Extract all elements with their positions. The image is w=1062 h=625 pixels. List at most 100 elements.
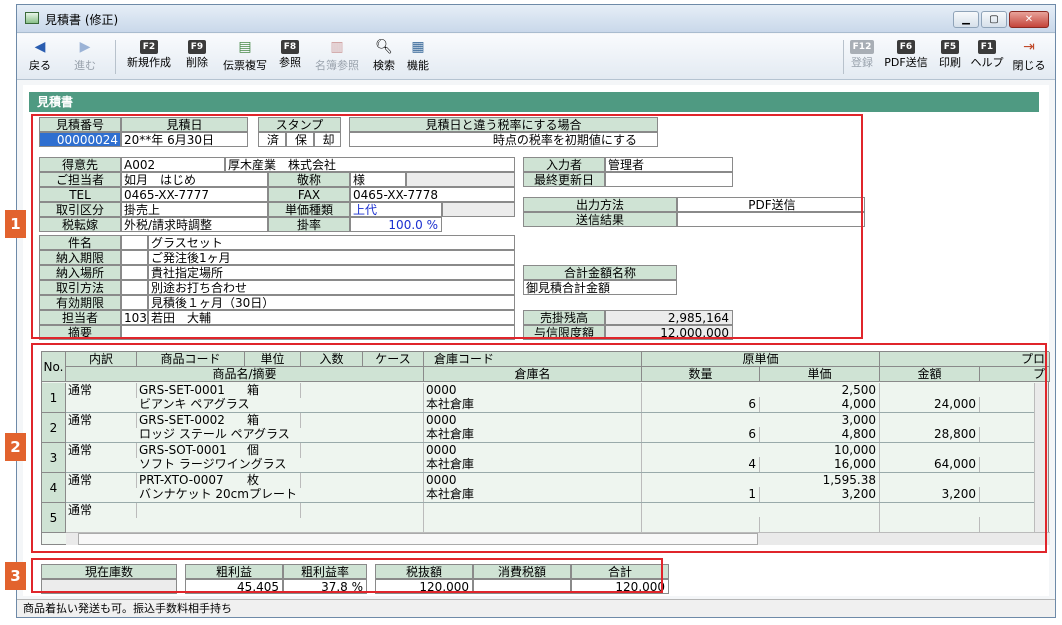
cell-amount[interactable]: 24,000 xyxy=(880,397,980,412)
cell-qty[interactable]: 4 xyxy=(642,457,760,472)
output-select[interactable]: PDF送信 xyxy=(677,197,865,212)
delete-button[interactable]: F9 削除 xyxy=(181,37,213,77)
cell-cost[interactable] xyxy=(760,503,880,518)
memo-input[interactable] xyxy=(121,325,515,340)
delivery-label[interactable]: 納入期限 xyxy=(39,250,121,265)
cell-unit[interactable]: 箱 xyxy=(245,383,301,398)
help-button[interactable]: F1 ヘルプ xyxy=(969,37,1005,77)
close-button[interactable]: ⇥ 閉じる xyxy=(1009,37,1049,77)
cell-price[interactable]: 4,000 xyxy=(760,397,880,412)
cell-wh_code[interactable]: 0000 xyxy=(424,413,642,428)
cell-name[interactable]: ソフト ラージワイングラス xyxy=(137,457,424,472)
directory-button[interactable]: ▥ 名簿参照 xyxy=(311,37,363,77)
row-number[interactable]: 2 xyxy=(42,413,66,443)
cell-unit[interactable]: 箱 xyxy=(245,413,301,428)
cell-wh_code[interactable] xyxy=(424,503,642,518)
customer-code[interactable]: A002 xyxy=(121,157,225,172)
cell-cost[interactable]: 3,000 xyxy=(760,413,880,428)
cell-amount[interactable]: 28,800 xyxy=(880,427,980,442)
vertical-scrollbar[interactable] xyxy=(1034,383,1048,533)
maximize-button[interactable]: ▢ xyxy=(981,11,1007,28)
forward-button[interactable]: ▶ 進む xyxy=(63,37,107,77)
cell-name[interactable]: バンナケット 20cmプレート xyxy=(137,487,424,502)
back-button[interactable]: ◀ 戻る xyxy=(23,37,57,77)
cell-cost[interactable]: 10,000 xyxy=(760,443,880,458)
row-number[interactable]: 4 xyxy=(42,473,66,503)
contact-input[interactable]: 如月 はじめ xyxy=(121,172,268,187)
copy-slip-button[interactable]: ▤ 伝票複写 xyxy=(219,37,271,77)
cell-price[interactable]: 16,000 xyxy=(760,457,880,472)
memo-label[interactable]: 摘要 xyxy=(39,325,121,340)
cell-type[interactable]: 通常 xyxy=(66,443,137,458)
horizontal-scrollbar[interactable] xyxy=(66,532,1050,545)
valid-input[interactable]: 見積後１ヶ月（30日） xyxy=(148,295,515,310)
cell-name[interactable] xyxy=(137,517,424,532)
cell-type[interactable]: 通常 xyxy=(66,383,137,398)
register-button[interactable]: F12 登録 xyxy=(847,37,877,77)
trade-input[interactable]: 掛売上 xyxy=(121,202,268,217)
tax-transfer-input[interactable]: 外税/請求時調整 xyxy=(121,217,268,232)
cell-qty[interactable]: 6 xyxy=(642,427,760,442)
cell-type[interactable]: 通常 xyxy=(66,473,137,488)
cell-price[interactable]: 4,800 xyxy=(760,427,880,442)
rep-name[interactable]: 若田 大輔 xyxy=(148,310,515,325)
cell-wh_code[interactable]: 0000 xyxy=(424,473,642,488)
cell-type[interactable]: 通常 xyxy=(66,413,137,428)
cell-unit[interactable]: 個 xyxy=(245,443,301,458)
reference-button[interactable]: F8 参照 xyxy=(275,37,305,77)
method-input[interactable]: 別途お打ち合わせ xyxy=(148,280,515,295)
cell-wh[interactable]: 本社倉庫 xyxy=(424,487,642,502)
est-no-input[interactable]: 00000024 xyxy=(39,132,121,147)
fax-input[interactable]: 0465-XX-7778 xyxy=(350,187,515,202)
subject-input[interactable]: グラスセット xyxy=(148,235,515,250)
price-type-input[interactable]: 上代 xyxy=(350,202,442,217)
stamp-done[interactable]: 済 xyxy=(258,132,286,147)
tax-rate-button[interactable]: 時点の税率を初期値にする xyxy=(349,132,658,147)
stamp-hold[interactable]: 保 xyxy=(286,132,314,147)
cell-type[interactable]: 通常 xyxy=(66,503,137,518)
tel-input[interactable]: 0465-XX-7777 xyxy=(121,187,268,202)
row-number[interactable]: 1 xyxy=(42,383,66,413)
delivery-input[interactable]: ご発注後1ヶ月 xyxy=(148,250,515,265)
rep-code[interactable]: 103 xyxy=(121,310,148,325)
cell-qty[interactable]: 1 xyxy=(642,487,760,502)
est-date-label[interactable]: 見積日 xyxy=(121,117,248,132)
rep-label[interactable]: 担当者 xyxy=(39,310,121,325)
detail-grid[interactable]: No. 内訳 商品コード 単位 入数 ケース 倉庫コード 原単価 プロ 商品名/… xyxy=(41,351,1050,545)
est-date-input[interactable]: 20**年 6月30日 xyxy=(121,132,248,147)
customer-label[interactable]: 得意先 xyxy=(39,157,121,172)
new-button[interactable]: F2 新規作成 xyxy=(123,37,175,77)
total-name-input[interactable]: 御見積合計金額 xyxy=(523,280,677,295)
cell-wh_code[interactable]: 0000 xyxy=(424,383,642,398)
cell-price[interactable] xyxy=(760,517,880,532)
method-label[interactable]: 取引方法 xyxy=(39,280,121,295)
close-window-button[interactable]: ✕ xyxy=(1009,11,1049,28)
cell-name[interactable]: ビアンキ ペアグラス xyxy=(137,397,424,412)
cell-qty[interactable] xyxy=(642,517,760,532)
cell-cost[interactable]: 1,595.38 xyxy=(760,473,880,488)
row-number[interactable]: 3 xyxy=(42,443,66,473)
row-number[interactable]: 5 xyxy=(42,503,66,533)
cell-unit[interactable]: 枚 xyxy=(245,473,301,488)
rate-input[interactable]: 100.0 % xyxy=(350,217,442,232)
honorific-input[interactable]: 様 xyxy=(350,172,406,187)
place-input[interactable]: 貴社指定場所 xyxy=(148,265,515,280)
est-no-label[interactable]: 見積番号 xyxy=(39,117,121,132)
function-button[interactable]: ▦ 機能 xyxy=(403,37,433,77)
cell-wh[interactable] xyxy=(424,517,642,532)
cell-price[interactable]: 3,200 xyxy=(760,487,880,502)
cell-unit[interactable] xyxy=(245,503,301,518)
cell-name[interactable]: ロッジ ステール ペアグラス xyxy=(137,427,424,442)
cell-wh[interactable]: 本社倉庫 xyxy=(424,457,642,472)
valid-label[interactable]: 有効期限 xyxy=(39,295,121,310)
cell-amount[interactable]: 64,000 xyxy=(880,457,980,472)
cell-amount[interactable] xyxy=(880,517,980,532)
cell-cost[interactable]: 2,500 xyxy=(760,383,880,398)
search-button[interactable]: 🔍︎ 検索 xyxy=(369,37,399,77)
minimize-button[interactable]: ▁ xyxy=(953,11,979,28)
print-button[interactable]: F5 印刷 xyxy=(935,37,965,77)
stamp-reject[interactable]: 却 xyxy=(314,132,341,147)
subject-label[interactable]: 件名 xyxy=(39,235,121,250)
cell-qty[interactable]: 6 xyxy=(642,397,760,412)
pdf-send-button[interactable]: F6 PDF送信 xyxy=(881,37,931,77)
